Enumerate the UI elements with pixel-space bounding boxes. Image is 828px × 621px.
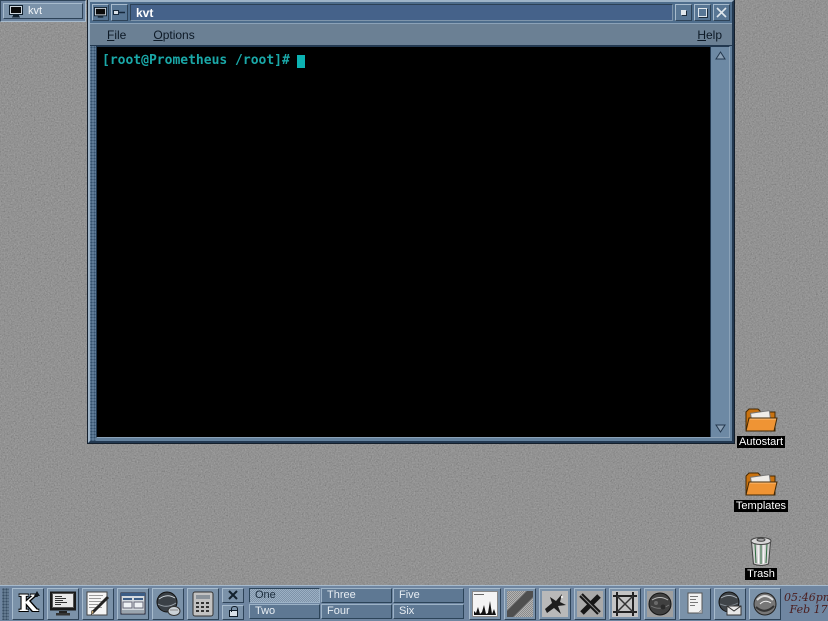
- pager-desktop-two[interactable]: Two: [249, 604, 320, 619]
- desktop-icon-trash[interactable]: Trash: [731, 536, 791, 580]
- launcher-x11[interactable]: [574, 588, 606, 620]
- launcher-dark-globe[interactable]: [644, 588, 676, 620]
- notes-icon: [684, 591, 706, 617]
- maximize-button[interactable]: [694, 4, 711, 21]
- menubar: File Options Help: [90, 23, 732, 46]
- launcher-app-eagle[interactable]: [539, 588, 571, 620]
- scroll-down-icon: [715, 424, 726, 433]
- menu-options[interactable]: Options: [153, 28, 194, 42]
- k-menu-button[interactable]: K: [12, 588, 44, 620]
- taskbar-button-label: kvt: [28, 5, 42, 17]
- titlebar[interactable]: kvt: [90, 2, 732, 23]
- window-title: kvt: [130, 4, 673, 21]
- terminal-icon: [49, 591, 77, 617]
- lock-screen-button[interactable]: [222, 605, 244, 620]
- globe-help-icon: [155, 591, 181, 617]
- clock-time: 05:46pm: [784, 592, 828, 604]
- globe-mail-icon: [717, 591, 743, 617]
- dithered-app-icon: [507, 591, 533, 617]
- pager-desktop-four[interactable]: Four: [321, 604, 392, 619]
- panel-small-buttons: [222, 588, 244, 620]
- folder-icon: [744, 406, 778, 434]
- trash-icon: [748, 536, 774, 566]
- desktop-icon-label: Trash: [745, 568, 777, 580]
- window-menu-icon: [94, 7, 107, 19]
- terminal-cursor: [297, 55, 305, 68]
- menu-help[interactable]: Help: [697, 28, 722, 42]
- window-menu-button[interactable]: [92, 4, 109, 21]
- lock-icon: [229, 610, 238, 617]
- scroll-up-icon: [715, 51, 726, 60]
- keypad-icon: [191, 591, 215, 617]
- launcher-text-editor[interactable]: [82, 588, 114, 620]
- launcher-frame-app[interactable]: [609, 588, 641, 620]
- desktop-icon-label: Autostart: [737, 436, 785, 448]
- terminal-frame: [root@Prometheus /root]#: [96, 46, 730, 438]
- launcher-notes[interactable]: [679, 588, 711, 620]
- sticky-pin-icon: [113, 8, 126, 17]
- pager-desktop-five[interactable]: Five: [393, 588, 464, 603]
- xload-chart-icon: [472, 591, 498, 617]
- launcher-keypad[interactable]: [187, 588, 219, 620]
- panel: K: [0, 585, 828, 621]
- scroll-up-button[interactable]: [714, 50, 727, 61]
- folder-icon: [744, 470, 778, 498]
- minimize-icon: [681, 10, 686, 15]
- pager-desktop-three[interactable]: Three: [321, 588, 392, 603]
- x11-icon: [577, 591, 603, 617]
- desktop-icon-templates[interactable]: Templates: [726, 470, 796, 512]
- taskbar: kvt: [0, 0, 86, 22]
- launcher-xload[interactable]: [469, 588, 501, 620]
- eagle-app-icon: [542, 591, 568, 617]
- launcher-help[interactable]: [152, 588, 184, 620]
- desktop-icon-label: Templates: [734, 500, 788, 512]
- minimize-button[interactable]: [675, 4, 692, 21]
- close-icon: [716, 7, 727, 18]
- file-manager-icon: [120, 591, 146, 617]
- clock-date: Feb 17: [784, 604, 828, 616]
- scroll-down-button[interactable]: [714, 423, 727, 434]
- desktop-pager: One Two Three Four Five Six: [249, 588, 464, 619]
- logout-x-icon: [228, 590, 238, 600]
- launcher-browser[interactable]: [749, 588, 781, 620]
- pager-desktop-six[interactable]: Six: [393, 604, 464, 619]
- logout-button[interactable]: [222, 588, 244, 603]
- launcher-app-dithered[interactable]: [504, 588, 536, 620]
- menu-file[interactable]: File: [107, 28, 126, 42]
- taskbar-button-kvt[interactable]: kvt: [3, 3, 83, 19]
- launcher-mail[interactable]: [714, 588, 746, 620]
- k-menu-arrow-icon: [34, 591, 40, 596]
- desktop[interactable]: { "colors": { "panel_bg": "#6f86a1", "ti…: [0, 0, 828, 621]
- terminal-window: kvt File Options Help [root@Prometheus /…: [88, 0, 734, 443]
- text-editor-icon: [85, 591, 111, 617]
- terminal-icon: [9, 5, 23, 18]
- swirl-globe-icon: [752, 591, 778, 617]
- desktop-icon-autostart[interactable]: Autostart: [728, 406, 794, 448]
- launcher-file-manager[interactable]: [117, 588, 149, 620]
- terminal-prompt: [root@Prometheus /root]#: [102, 53, 290, 68]
- maximize-icon: [698, 8, 707, 17]
- panel-hide-handle[interactable]: [2, 588, 9, 620]
- pager-desktop-one[interactable]: One: [249, 588, 320, 603]
- terminal-scrollbar[interactable]: [710, 47, 729, 437]
- launcher-terminal[interactable]: [47, 588, 79, 620]
- sticky-button[interactable]: [111, 4, 128, 21]
- window-client-area: [root@Prometheus /root]#: [90, 46, 732, 441]
- terminal-screen[interactable]: [root@Prometheus /root]#: [97, 47, 710, 437]
- dark-globe-icon: [647, 591, 673, 617]
- close-button[interactable]: [713, 4, 730, 21]
- frame-x-icon: [612, 591, 638, 617]
- panel-clock[interactable]: 05:46pm Feb 17: [784, 592, 828, 616]
